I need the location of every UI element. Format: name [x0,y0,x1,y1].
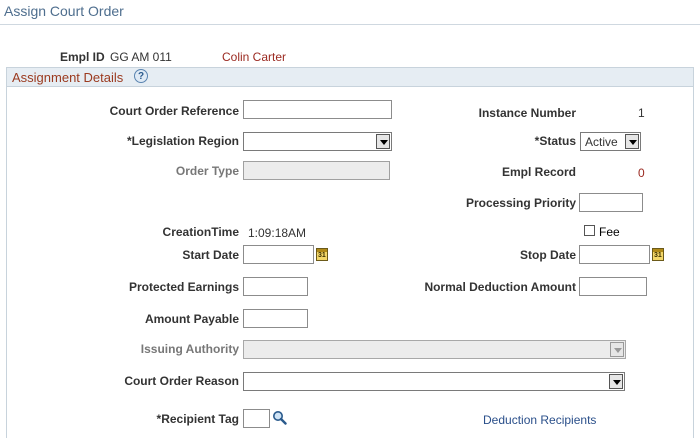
dropdown-arrow-icon[interactable] [376,134,390,149]
help-icon[interactable]: ? [134,69,148,83]
processing-priority-label: Processing Priority [465,196,576,210]
calendar-icon-glyph: 31 [318,252,326,259]
order-type-field [243,161,390,180]
amount-payable-label: Amount Payable [144,312,239,326]
court-order-reason-label: Court Order Reason [124,374,239,388]
calendar-icon[interactable]: 31 [316,248,328,261]
fee-checkbox[interactable] [584,225,595,236]
court-order-reason-select[interactable] [243,372,625,391]
empl-record-value: 0 [638,166,645,180]
order-type-label: Order Type [175,164,239,178]
start-date-input[interactable] [243,245,314,264]
employee-name: Colin Carter [222,50,287,64]
calendar-icon-glyph: 31 [654,252,662,259]
search-icon[interactable] [272,410,287,425]
issuing-authority-label: Issuing Authority [140,342,239,356]
status-select[interactable]: Active [580,132,641,151]
empl-record-label: Empl Record [501,165,576,179]
legislation-region-select[interactable] [243,132,392,151]
normal-deduction-amount-label: Normal Deduction Amount [424,280,576,294]
court-order-reference-input[interactable] [243,100,392,119]
section-title: Assignment Details [12,70,124,85]
calendar-icon[interactable]: 31 [652,248,664,261]
deduction-recipients-link[interactable]: Deduction Recipients [483,413,596,427]
fee-label: Fee [599,225,620,239]
protected-earnings-input[interactable] [243,277,308,296]
legislation-region-label: *Legislation Region [126,134,239,148]
stop-date-label: Stop Date [519,248,576,262]
processing-priority-input[interactable] [579,193,643,212]
instance-number-value: 1 [638,106,645,120]
page-title: Assign Court Order [4,3,124,19]
title-divider [0,24,700,25]
dropdown-arrow-icon [610,342,624,357]
dropdown-arrow-icon[interactable] [625,134,639,149]
normal-deduction-amount-input[interactable] [579,277,647,296]
court-order-reference-label: Court Order Reference [109,104,239,118]
creation-time-value: 1:09:18AM [248,226,307,240]
empl-id-value: GG AM 011 [110,50,172,64]
dropdown-arrow-icon[interactable] [609,374,623,389]
status-label: *Status [534,134,576,148]
status-value: Active [585,135,618,149]
instance-number-label: Instance Number [478,106,576,120]
recipient-tag-label: *Recipient Tag [156,412,239,426]
start-date-label: Start Date [182,248,239,262]
issuing-authority-select [243,340,626,359]
creation-time-label: CreationTime [162,225,239,239]
empl-id-label: Empl ID [60,50,105,64]
stop-date-input[interactable] [579,245,650,264]
protected-earnings-label: Protected Earnings [128,280,239,294]
amount-payable-input[interactable] [243,309,308,328]
recipient-tag-input[interactable] [243,409,270,428]
